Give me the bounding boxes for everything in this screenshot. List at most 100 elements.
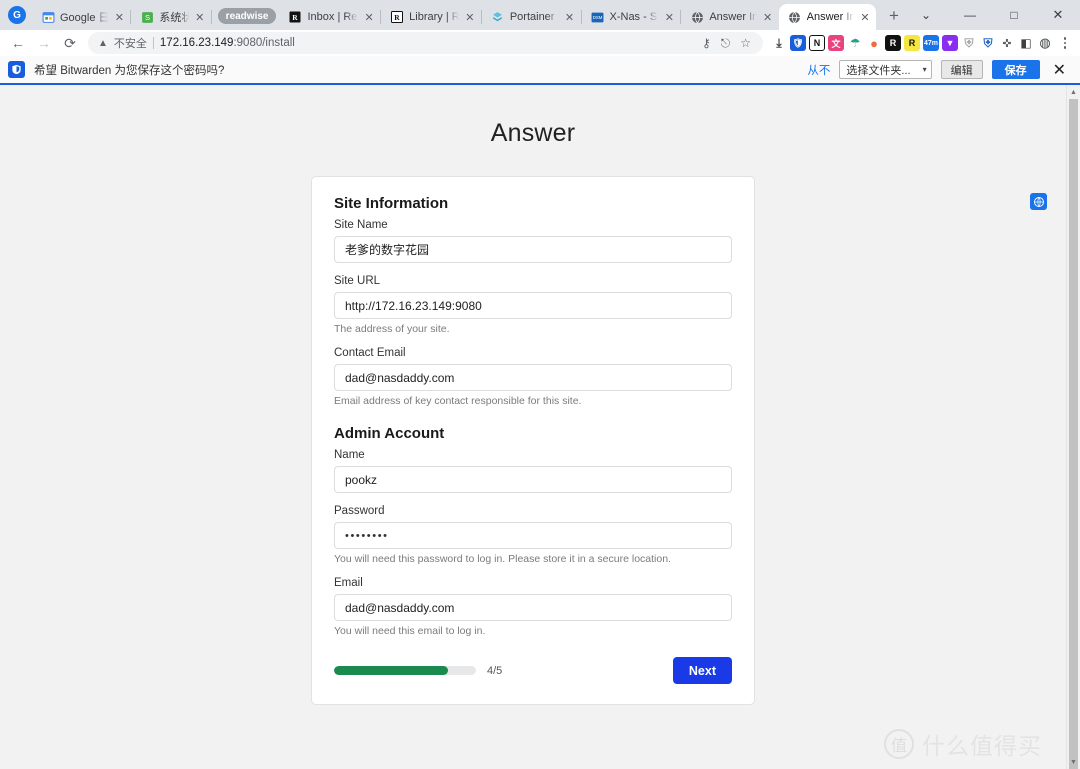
profile-chip[interactable]: G: [8, 6, 26, 24]
field-label: Email: [334, 577, 732, 589]
save-password-button[interactable]: 保存: [992, 60, 1040, 79]
security-label: 不安全: [114, 35, 147, 51]
next-button[interactable]: Next: [673, 657, 732, 684]
field-contact-email: Contact Email dad@nasdaddy.com Email add…: [334, 347, 732, 407]
url-host: 172.16.23.149: [160, 37, 234, 49]
admin-password-input[interactable]: ••••••••: [334, 522, 732, 549]
tab-readwise-inbox[interactable]: R Inbox | Readw ✕: [279, 4, 380, 30]
contact-email-input[interactable]: dad@nasdaddy.com: [334, 364, 732, 391]
umbrella-extension-icon[interactable]: ☂: [847, 35, 863, 51]
synology-icon: DSM: [591, 10, 605, 24]
tab-close-button[interactable]: ✕: [663, 11, 675, 24]
globe-icon: [690, 10, 704, 24]
readwise-dark-extension-icon[interactable]: R: [885, 35, 901, 51]
shield-outline-extension-icon[interactable]: ⛨: [961, 35, 977, 51]
tab-answer-install-1[interactable]: Answer Instal ✕: [681, 4, 778, 30]
field-label: Contact Email: [334, 347, 732, 359]
portainer-icon: [491, 10, 505, 24]
edit-button[interactable]: 编辑: [941, 60, 983, 79]
tab-group-label-readwise[interactable]: readwise: [218, 8, 277, 24]
page-title: Answer: [0, 119, 1066, 148]
reload-button[interactable]: ⟳: [58, 31, 82, 55]
scroll-up-arrow-icon[interactable]: ▲: [1067, 85, 1080, 99]
spacer: [334, 263, 732, 275]
maximize-button[interactable]: □: [992, 0, 1036, 30]
globe-icon: [788, 10, 802, 24]
calendar-icon: [41, 10, 55, 24]
tab-title: Answer Instal: [807, 11, 854, 23]
field-label: Site URL: [334, 275, 732, 287]
tab-title: 系统状态: [159, 9, 188, 25]
folder-select-value: 选择文件夹...: [846, 62, 910, 78]
tab-system-status[interactable]: S 系统状态 ✕: [131, 4, 210, 30]
address-bar[interactable]: ▲ 不安全 172.16.23.149:9080/install ⚷ ⎋ ☆: [88, 32, 763, 54]
tab-close-button[interactable]: ✕: [464, 11, 476, 24]
minimize-button[interactable]: —: [948, 0, 992, 30]
puzzle-extension-icon[interactable]: ✜: [999, 35, 1015, 51]
tab-portainer[interactable]: Portainer | loc ✕: [482, 4, 581, 30]
svg-text:R: R: [394, 13, 400, 22]
section-heading-site-information: Site Information: [334, 195, 732, 212]
chevron-down-icon: ▾: [923, 65, 927, 74]
tab-close-button[interactable]: ✕: [859, 11, 871, 24]
readwise-icon: R: [390, 10, 404, 24]
tab-strip: G Google 日历 - ✕ S 系统状态 ✕ readwise R Inbo…: [0, 0, 1080, 30]
kebab-menu-icon[interactable]: [1056, 37, 1074, 49]
shield-blue-extension-icon[interactable]: ⛨: [980, 35, 996, 51]
orange-dot-extension-icon[interactable]: ●: [866, 35, 882, 51]
admin-email-input[interactable]: dad@nasdaddy.com: [334, 594, 732, 621]
admin-name-input[interactable]: pookz: [334, 466, 732, 493]
svg-text:S: S: [145, 13, 150, 22]
page-scrollbar[interactable]: ▲ ▼: [1066, 85, 1080, 769]
translate-globe-icon[interactable]: [1030, 193, 1047, 210]
back-button[interactable]: ←: [6, 31, 30, 55]
folder-select[interactable]: 选择文件夹... ▾: [839, 60, 931, 79]
bitwarden-shield-icon: [8, 61, 25, 78]
download-icon[interactable]: ⤓: [771, 35, 787, 51]
forward-button[interactable]: →: [32, 31, 56, 55]
svg-text:DSM: DSM: [593, 15, 603, 20]
translate-extension-icon[interactable]: 文: [828, 35, 844, 51]
tab-readwise-library[interactable]: R Library | Read ✕: [381, 4, 481, 30]
new-tab-button[interactable]: +: [884, 6, 904, 26]
tab-synology-xnas[interactable]: DSM X-Nas - Synol ✕: [582, 4, 681, 30]
page-content: Answer Site Information Site Name 老爹的数字花…: [0, 85, 1066, 769]
tab-close-button[interactable]: ✕: [363, 11, 375, 24]
tab-close-button[interactable]: ✕: [564, 11, 576, 24]
tab-search-button[interactable]: ⌄: [904, 0, 948, 30]
url-text: 172.16.23.149:9080/install: [160, 37, 696, 49]
tab-google-calendar[interactable]: Google 日历 - ✕: [32, 4, 130, 30]
readwise-icon: R: [288, 10, 302, 24]
tab-answer-install-2-active[interactable]: Answer Instal ✕: [779, 4, 876, 30]
timer-extension-icon[interactable]: 47m: [923, 35, 939, 51]
field-admin-password: Password •••••••• You will need this pas…: [334, 505, 732, 565]
section-heading-admin-account: Admin Account: [334, 425, 732, 442]
side-panel-icon[interactable]: ◧: [1018, 35, 1034, 51]
watermark: 值 什么值得买: [884, 727, 1042, 761]
browser-window: G Google 日历 - ✕ S 系统状态 ✕ readwise R Inbo…: [0, 0, 1080, 769]
readwise-yellow-extension-icon[interactable]: R: [904, 35, 920, 51]
spacer: [334, 493, 732, 505]
star-icon[interactable]: ☆: [740, 36, 751, 50]
field-site-name: Site Name 老爹的数字花园: [334, 219, 732, 263]
url-path: :9080/install: [233, 37, 294, 49]
spacer: [334, 335, 732, 347]
pocket-extension-icon[interactable]: ▼: [942, 35, 958, 51]
close-window-button[interactable]: ✕: [1036, 0, 1080, 30]
scroll-down-arrow-icon[interactable]: ▼: [1067, 755, 1080, 769]
key-icon[interactable]: ⚷: [702, 36, 711, 50]
close-notification-button[interactable]: ✕: [1049, 60, 1072, 80]
tab-close-button[interactable]: ✕: [194, 11, 206, 24]
share-icon[interactable]: ⎋: [721, 36, 731, 51]
profile-avatar-icon[interactable]: ◍: [1037, 35, 1053, 51]
tab-close-button[interactable]: ✕: [113, 11, 125, 24]
site-name-input[interactable]: 老爹的数字花园: [334, 236, 732, 263]
notion-extension-icon[interactable]: N: [809, 35, 825, 51]
tab-close-button[interactable]: ✕: [762, 11, 774, 24]
site-url-input[interactable]: http://172.16.23.149:9080: [334, 292, 732, 319]
bitwarden-extension-icon[interactable]: 🛡: [790, 35, 806, 51]
never-save-link[interactable]: 从不: [807, 62, 830, 78]
tab-title: Library | Read: [409, 11, 459, 23]
scrollbar-thumb[interactable]: [1069, 99, 1078, 769]
tab-title: X-Nas - Synol: [610, 11, 659, 23]
